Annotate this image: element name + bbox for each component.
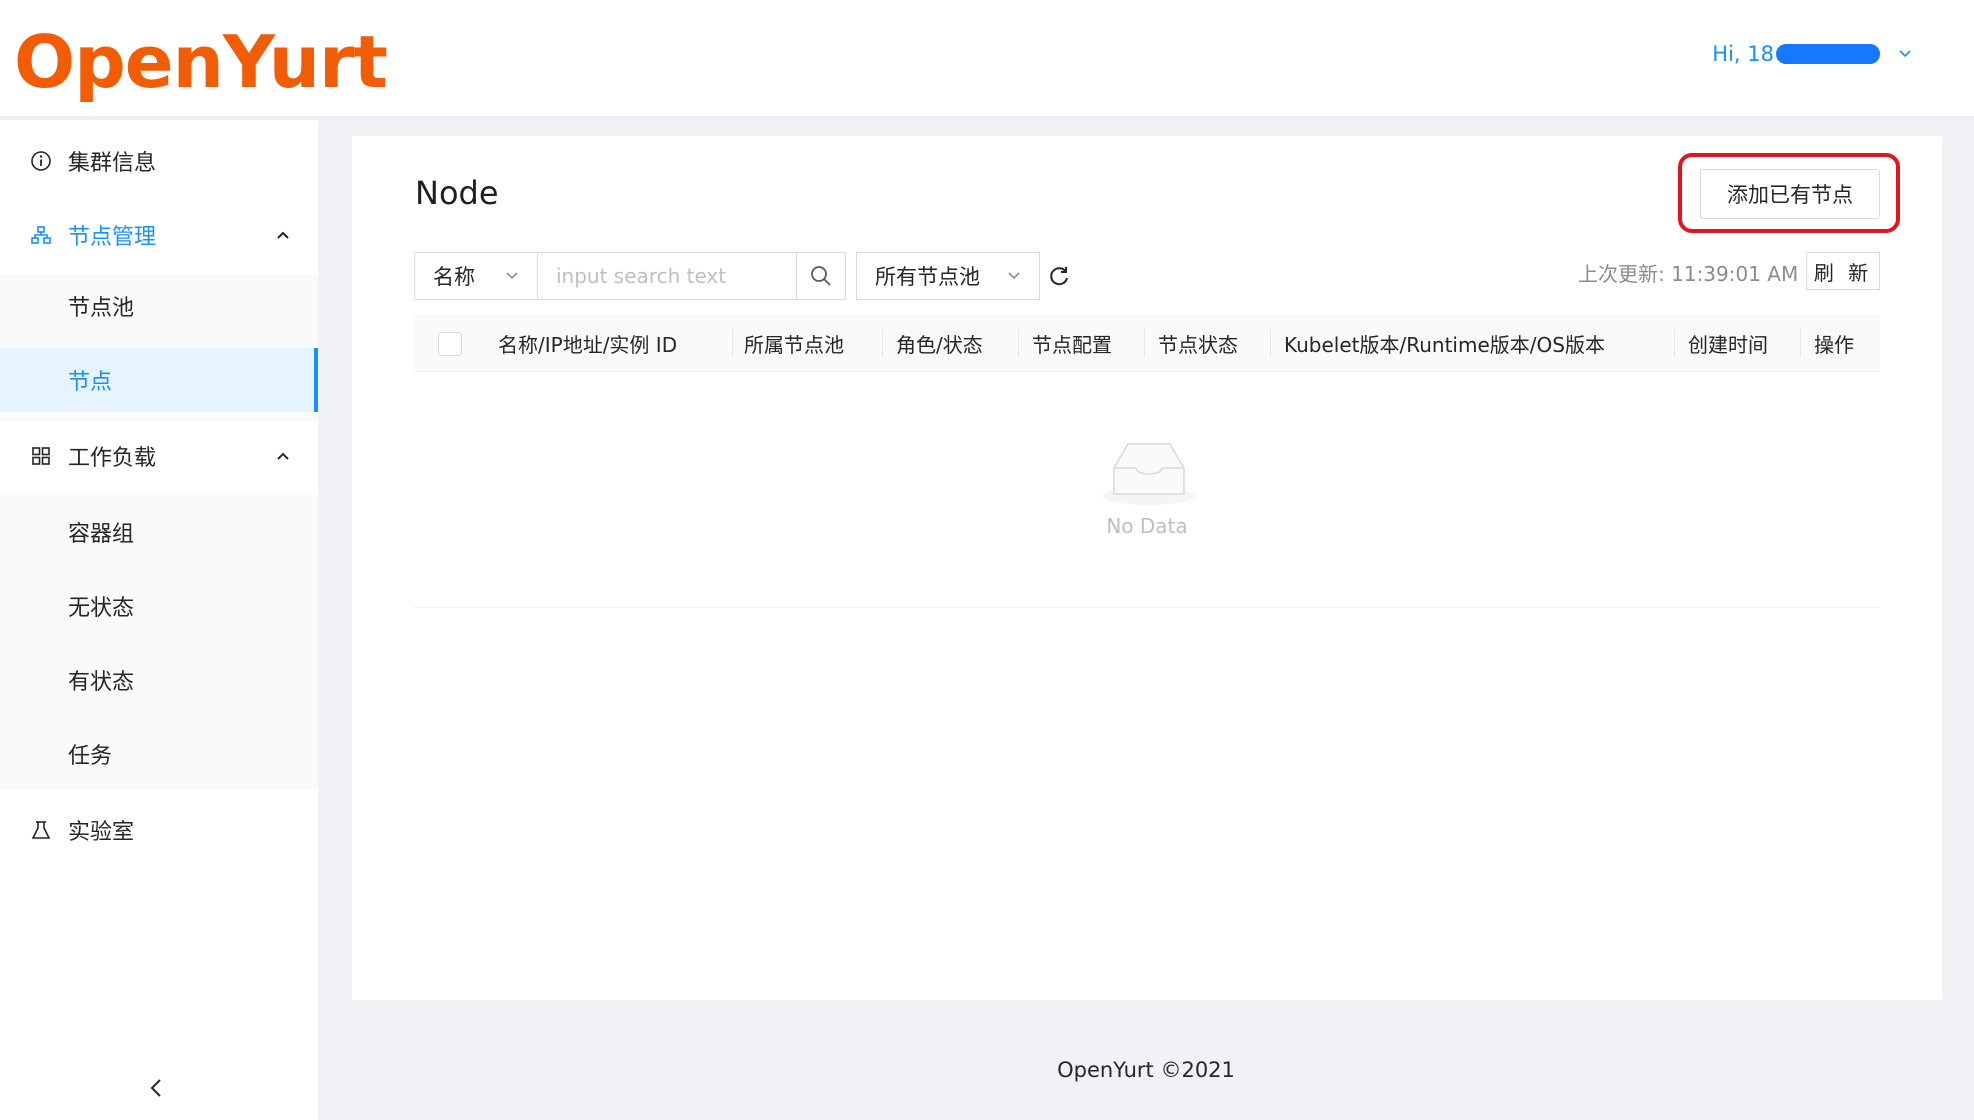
footer-text: OpenYurt ©2021 — [1057, 1058, 1235, 1082]
chevron-down-icon — [1008, 272, 1020, 280]
column-header[interactable]: Kubelet版本/Runtime版本/OS版本 — [1284, 314, 1605, 372]
column-divider — [1144, 329, 1145, 357]
sidebar-item-statefulsets[interactable]: 有状态 — [0, 648, 318, 712]
experiment-icon — [31, 821, 51, 839]
filter-field-select[interactable]: 名称 — [414, 252, 538, 300]
column-divider — [1018, 329, 1019, 357]
sidebar: 集群信息 节点管理 节点池 节点 工作负载 容器组 无状态 有状态 任务 实验室 — [0, 120, 318, 1120]
sidebar-item-label: 任务 — [68, 744, 113, 769]
info-circle-icon — [31, 151, 51, 171]
search-button[interactable] — [796, 252, 846, 300]
inbox-icon — [1103, 443, 1195, 505]
sidebar-item-node-pool[interactable]: 节点池 — [0, 274, 318, 338]
user-menu[interactable]: Hi, 18 — [1712, 42, 1914, 66]
add-existing-node-button[interactable]: 添加已有节点 — [1700, 169, 1880, 219]
column-divider — [882, 329, 883, 357]
page-title: Node — [415, 174, 499, 212]
column-divider — [1270, 329, 1271, 357]
search-input[interactable]: input search text — [538, 252, 798, 300]
table-empty-state: No Data — [414, 372, 1880, 608]
column-header[interactable]: 名称/IP地址/实例 ID — [498, 314, 677, 372]
column-divider — [1800, 329, 1801, 357]
sidebar-item-label: 实验室 — [68, 820, 135, 845]
sidebar-item-label: 节点 — [68, 370, 113, 395]
column-divider — [732, 329, 733, 357]
search-icon — [811, 266, 831, 286]
sidebar-item-label: 无状态 — [68, 596, 135, 621]
node-pool-select[interactable]: 所有节点池 — [856, 252, 1040, 300]
chevron-up-icon — [277, 452, 289, 460]
column-header[interactable]: 创建时间 — [1688, 314, 1768, 372]
chevron-down-icon — [506, 272, 518, 280]
appstore-icon — [32, 447, 50, 465]
chevron-left-icon[interactable] — [146, 1076, 166, 1100]
column-divider — [1674, 329, 1675, 357]
column-header[interactable]: 所属节点池 — [744, 314, 844, 372]
sidebar-item-node[interactable]: 节点 — [0, 348, 318, 412]
chevron-up-icon — [277, 231, 289, 239]
sidebar-item-jobs[interactable]: 任务 — [0, 722, 318, 786]
sidebar-item-node-management[interactable]: 节点管理 — [0, 203, 318, 267]
sidebar-item-workloads[interactable]: 工作负载 — [0, 424, 318, 488]
chevron-down-icon — [1899, 50, 1911, 58]
sidebar-item-label: 工作负载 — [68, 446, 157, 471]
node-submenu: 节点池 节点 — [0, 274, 318, 422]
column-header[interactable]: 节点状态 — [1158, 314, 1238, 372]
sidebar-item-label: 容器组 — [68, 522, 135, 547]
sidebar-item-cluster-info[interactable]: 集群信息 — [0, 129, 318, 193]
top-header: OpenYurt Hi, 18 — [0, 0, 1974, 118]
user-greeting: Hi, 18 — [1712, 42, 1774, 66]
redacted-username — [1776, 44, 1880, 64]
select-all-checkbox[interactable] — [438, 332, 462, 356]
sidebar-item-label: 节点池 — [68, 296, 135, 321]
last-update-text: 上次更新: 11:39:01 AM — [1578, 262, 1799, 286]
sidebar-item-label: 节点管理 — [68, 225, 157, 250]
sidebar-item-label: 有状态 — [68, 670, 135, 695]
node-pool-value: 所有节点池 — [875, 265, 980, 289]
openyurt-logo[interactable]: OpenYurt — [14, 14, 388, 110]
sidebar-item-lab[interactable]: 实验室 — [0, 798, 318, 862]
sidebar-item-pods[interactable]: 容器组 — [0, 500, 318, 564]
column-header[interactable]: 角色/状态 — [896, 314, 983, 372]
column-header[interactable]: 操作 — [1814, 314, 1854, 372]
cluster-icon — [31, 226, 51, 244]
empty-text: No Data — [1106, 514, 1188, 538]
table-header: 名称/IP地址/实例 ID 所属节点池 角色/状态 节点配置 节点状态 Kube… — [414, 314, 1880, 372]
workload-submenu: 容器组 无状态 有状态 任务 — [0, 494, 318, 790]
column-header[interactable]: 节点配置 — [1032, 314, 1112, 372]
sidebar-item-deployments[interactable]: 无状态 — [0, 574, 318, 638]
filter-field-value: 名称 — [433, 265, 475, 289]
reload-icon[interactable] — [1047, 264, 1071, 288]
sidebar-item-label: 集群信息 — [68, 151, 157, 176]
refresh-button[interactable]: 刷 新 — [1806, 252, 1880, 290]
